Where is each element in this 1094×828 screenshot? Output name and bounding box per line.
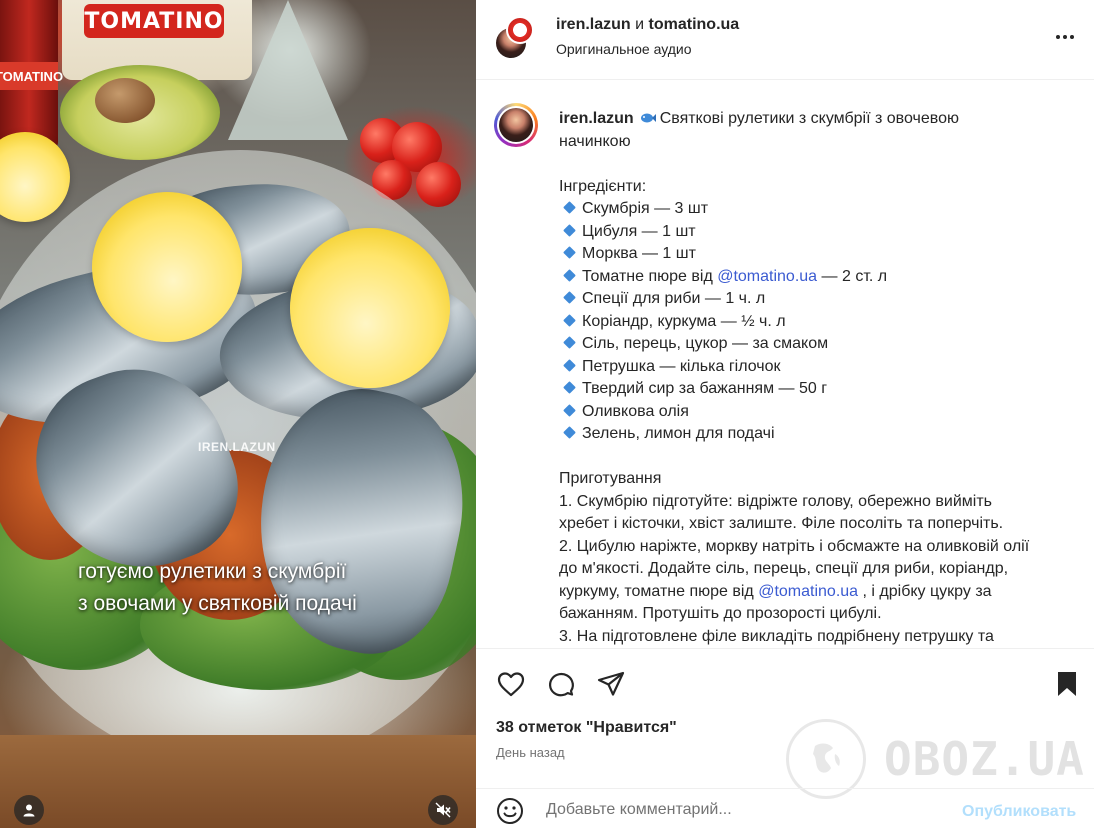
diamond-bullet-icon	[563, 291, 576, 304]
diamond-bullet-icon	[563, 403, 576, 417]
video-watermark: IREN.LAZUN	[198, 440, 276, 454]
post-details-panel: iren.lazun и tomatino.ua Оригинальное ау…	[476, 0, 1094, 828]
caption-username[interactable]: iren.lazun	[559, 110, 634, 127]
globe-map-icon	[813, 743, 840, 773]
ingredient-item: Скумбрія — 3 шт	[559, 198, 1079, 221]
globe-icon	[786, 719, 866, 799]
oboz-watermark: OBOZ.UA	[786, 719, 1086, 799]
wooden-board	[0, 735, 476, 828]
diamond-bullet-icon	[563, 246, 576, 259]
fish-emoji-icon	[640, 113, 656, 123]
ingredient-item: Сіль, перець, цукор — за смаком	[559, 333, 1079, 356]
diamond-bullet-icon	[563, 336, 576, 349]
tagged-accounts-button[interactable]	[14, 795, 44, 825]
oboz-watermark-text: OBOZ.UA	[884, 732, 1085, 786]
tomato-jar: TOMATINO	[0, 0, 63, 150]
share-icon[interactable]	[596, 669, 626, 699]
author-link[interactable]: iren.lazun	[556, 16, 631, 33]
preparation-heading: Приготування	[559, 470, 662, 487]
step-text: 2. Цибулю наріжте, моркву натріть і обсм…	[559, 537, 1030, 555]
audio-link[interactable]: Оригинальное аудио	[556, 41, 692, 57]
ingredient-item: Спеції для риби — 1 ч. л	[559, 288, 1079, 311]
ingredient-item: Оливкова олія	[559, 401, 1079, 424]
post-authors: iren.lazun и tomatino.ua	[556, 16, 739, 34]
christmas-tree-decoration	[228, 0, 348, 140]
comment-icon[interactable]	[546, 669, 576, 699]
caption-author-avatar[interactable]	[499, 108, 533, 142]
cherry-tomato	[416, 162, 461, 207]
heart-icon[interactable]	[496, 669, 526, 699]
ingredient-item: Коріандр, куркума — ½ ч. л	[559, 311, 1079, 334]
overlay-line: з овочами у святковій подачі	[78, 592, 357, 615]
brand-logo: TOMATINO	[84, 4, 224, 38]
ingredient-item: Петрушка — кілька гілочок	[559, 356, 1079, 379]
diamond-bullet-icon	[563, 313, 576, 327]
diamond-bullet-icon	[563, 426, 576, 439]
diamond-bullet-icon	[563, 223, 576, 237]
step-text: хребет і кісточки, хвіст залиште. Філе п…	[559, 515, 1004, 532]
coauthor-avatar[interactable]	[506, 16, 534, 44]
overlay-line: готуємо рулетики з скумбрії	[78, 560, 347, 583]
diamond-bullet-icon	[563, 381, 576, 394]
caption-title-line: Святкові рулетики з скумбрії з овочевою	[659, 110, 959, 127]
video-caption-overlay: готуємо рулетики з скумбрії з овочами у …	[78, 556, 357, 620]
comment-bar: Опубликовать	[476, 788, 1094, 828]
post-date[interactable]: День назад	[496, 745, 565, 760]
avocado-pit	[95, 78, 155, 123]
lemon-slice	[0, 132, 70, 222]
bookmark-icon[interactable]	[1052, 669, 1082, 699]
post-header: iren.lazun и tomatino.ua Оригинальное ау…	[476, 0, 1094, 80]
ingredient-item: Зелень, лимон для подачі	[559, 423, 1079, 446]
step-text: 1. Скумбрію підготуйте: відріжте голову,…	[559, 492, 992, 510]
sound-toggle-button[interactable]	[428, 795, 458, 825]
post-media[interactable]: TOMATINO TOMATINO IREN.LAZUN готуємо рул…	[0, 0, 476, 828]
caption-title-line: начинкою	[559, 132, 631, 150]
caption-text: iren.lazun Святкові рулетики з скумбрії з…	[559, 108, 1079, 647]
caption-scroll-area[interactable]: iren.lazun Святкові рулетики з скумбрії з…	[476, 81, 1094, 647]
jar-label: TOMATINO	[0, 62, 63, 90]
user-icon	[23, 804, 35, 817]
comment-input[interactable]	[546, 801, 926, 819]
muted-speaker-icon	[435, 802, 451, 818]
coauthor-link[interactable]: tomatino.ua	[649, 16, 740, 33]
ingredient-item: Томатне пюре від @tomatino.ua — 2 ст. л	[559, 266, 1079, 289]
diamond-bullet-icon	[563, 201, 576, 214]
publish-button[interactable]: Опубликовать	[962, 803, 1076, 821]
ingredients-heading: Інгредієнти:	[559, 177, 647, 195]
ingredient-item: Твердий сир за бажанням — 50 г	[559, 378, 1079, 401]
mention-link[interactable]: @tomatino.ua	[758, 583, 858, 600]
authors-connector: и	[635, 16, 645, 33]
emoji-icon[interactable]	[496, 797, 524, 825]
likes-count[interactable]: 38 отметок "Нравится"	[496, 719, 677, 737]
step-text: куркуму, томатне пюре від @tomatino.ua ,…	[559, 582, 992, 600]
ingredient-item: Морква — 1 шт	[559, 243, 1079, 266]
step-text: до м'якості. Додайте сіль, перець, спеці…	[559, 560, 1009, 577]
post-actions: OBOZ.UA 38 отметок "Нравится" День назад	[476, 648, 1094, 799]
step-text: бажанням. Протушіть до прозорості цибулі…	[559, 605, 882, 622]
diamond-bullet-icon	[563, 358, 576, 372]
ingredient-item: Цибуля — 1 шт	[559, 221, 1079, 244]
step-text: 3. На підготовлене філе викладіть подріб…	[559, 627, 994, 645]
more-horizontal-icon[interactable]	[1054, 26, 1076, 48]
mention-link[interactable]: @tomatino.ua	[717, 268, 817, 285]
diamond-bullet-icon	[563, 268, 576, 282]
